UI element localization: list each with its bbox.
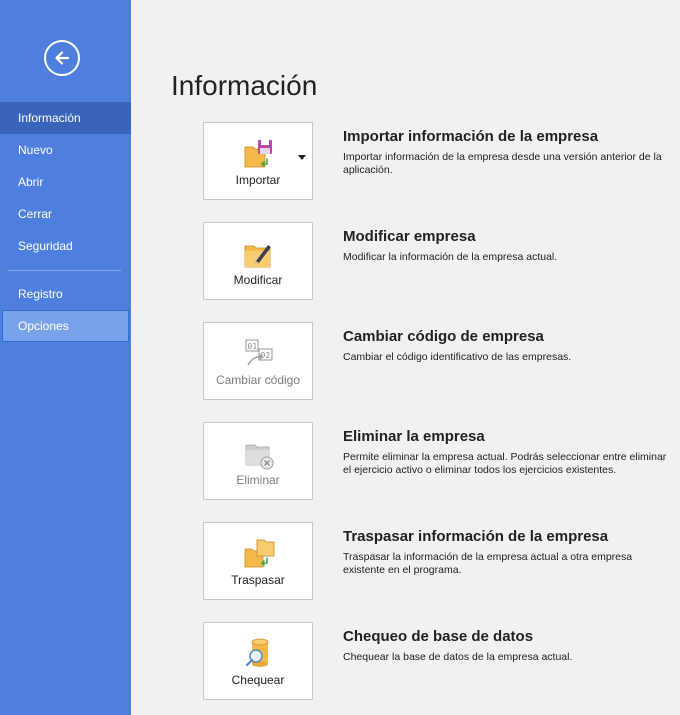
action-description: Modificar la información de la empresa a… (343, 251, 558, 263)
action-title: Cambiar código de empresa (343, 328, 544, 345)
tile-label: Modificar (233, 273, 283, 287)
svg-text:01: 01 (248, 342, 258, 351)
eliminar-button[interactable]: Eliminar (203, 422, 313, 500)
import-icon (244, 140, 272, 168)
action-description: Traspasar la información de la empresa a… (343, 551, 633, 576)
action-description: Cambiar el código identificativo de las … (343, 351, 572, 363)
tile-label: Traspasar (231, 573, 285, 587)
backstage-view: Información Nuevo Abrir Cerrar Seguridad… (0, 0, 680, 715)
sidebar-nav: Información Nuevo Abrir Cerrar Seguridad… (0, 102, 131, 342)
main-panel: Información Importar Importar informació… (131, 0, 680, 715)
sidebar-item-nuevo[interactable]: Nuevo (0, 134, 131, 166)
action-title: Importar información de la empresa (343, 128, 599, 145)
action-title: Eliminar la empresa (343, 428, 485, 445)
edit-folder-icon (244, 245, 271, 268)
chevron-down-icon[interactable] (298, 155, 306, 160)
action-description: Chequear la base de datos de la empresa … (343, 651, 573, 663)
action-row-chequear: Chequear Chequeo de base de datos Cheque… (203, 622, 673, 700)
tile-label: Eliminar (236, 473, 280, 487)
swap-code-icon: 01 02 (245, 339, 273, 366)
cambiar-codigo-button[interactable]: 01 02 Cambiar código (203, 322, 313, 400)
chequear-button[interactable]: Chequear (203, 622, 313, 700)
tile-label: Cambiar código (215, 373, 301, 387)
delete-folder-icon (245, 444, 274, 470)
sidebar-divider (0, 262, 131, 278)
action-description: Permite eliminar la empresa actual. Podr… (343, 451, 667, 476)
action-row-traspasar: Traspasar Traspasar información de la em… (203, 522, 673, 600)
action-row-cambiar-codigo: 01 02 Cambiar código Cambiar código de e… (203, 322, 673, 400)
tile-label: Chequear (231, 673, 285, 687)
arrow-left-icon (55, 51, 70, 65)
sidebar: Información Nuevo Abrir Cerrar Seguridad… (0, 0, 131, 715)
sidebar-item-seguridad[interactable]: Seguridad (0, 230, 131, 262)
modificar-button[interactable]: Modificar (203, 222, 313, 300)
transfer-folders-icon (244, 539, 275, 568)
sidebar-item-cerrar[interactable]: Cerrar (0, 198, 131, 230)
database-search-icon (246, 638, 269, 667)
sidebar-item-informacion[interactable]: Información (0, 102, 131, 134)
action-title: Chequeo de base de datos (343, 628, 534, 645)
action-row-importar: Importar Importar información de la empr… (203, 122, 673, 200)
sidebar-item-abrir[interactable]: Abrir (0, 166, 131, 198)
svg-text:02: 02 (261, 351, 271, 360)
page-title: Información (171, 70, 318, 101)
action-row-modificar: Modificar Modificar empresa Modificar la… (203, 222, 673, 300)
traspasar-button[interactable]: Traspasar (203, 522, 313, 600)
importar-button[interactable]: Importar (203, 122, 313, 200)
action-title: Traspasar información de la empresa (343, 528, 609, 545)
sidebar-item-registro[interactable]: Registro (0, 278, 131, 310)
action-title: Modificar empresa (343, 228, 476, 245)
action-row-eliminar: Eliminar Eliminar la empresa Permite eli… (203, 422, 673, 500)
action-description: Importar información de la empresa desde… (343, 151, 662, 176)
tile-label: Importar (235, 173, 281, 187)
sidebar-item-opciones[interactable]: Opciones (2, 310, 129, 342)
back-button[interactable] (44, 40, 80, 76)
